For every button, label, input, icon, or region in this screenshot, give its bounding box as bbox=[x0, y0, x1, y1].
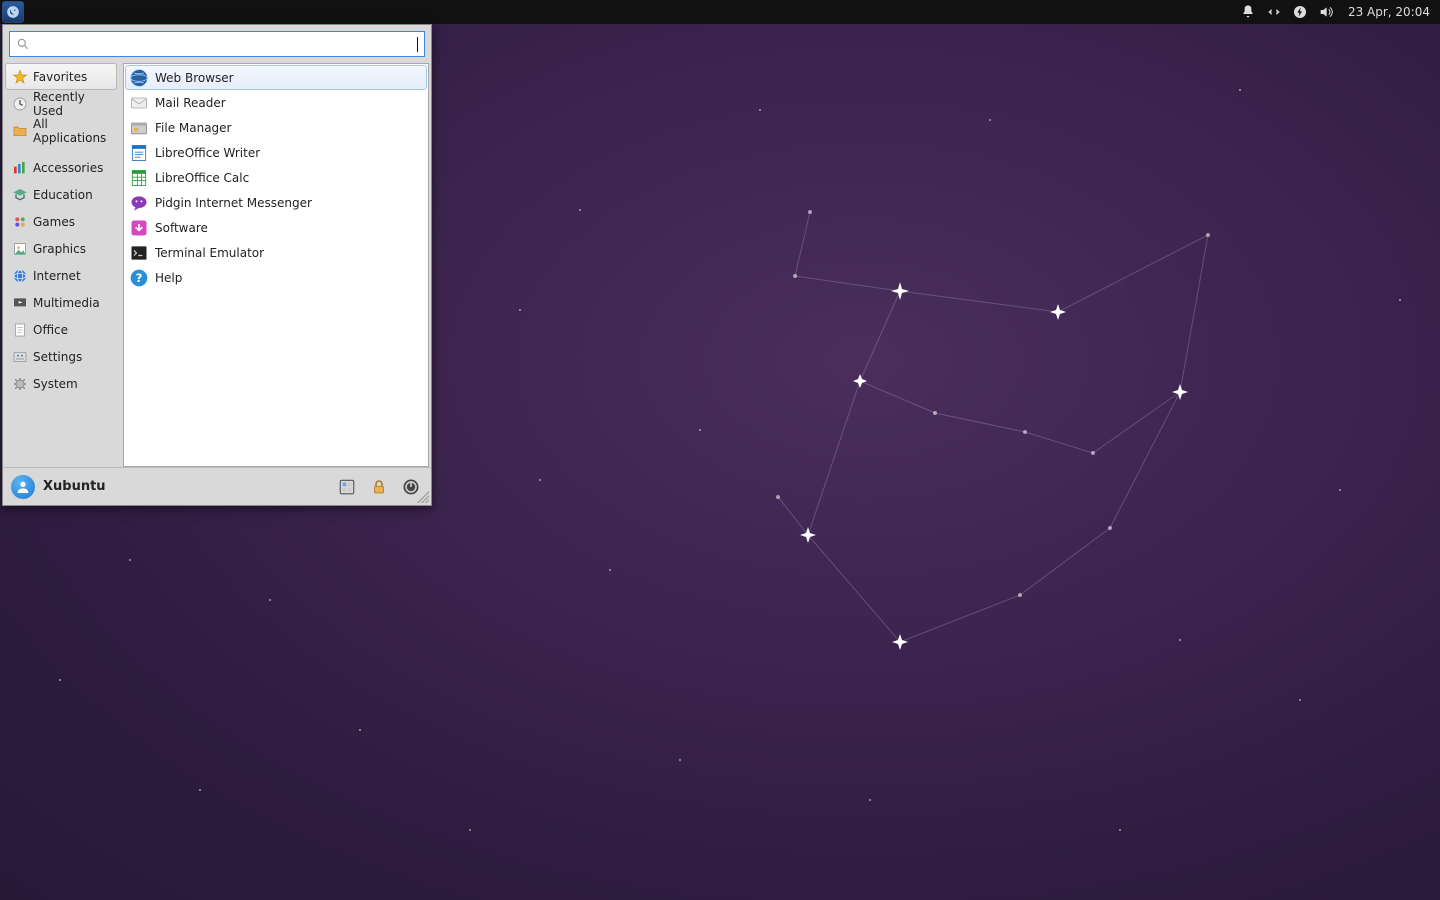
app-item-help[interactable]: ? Help bbox=[125, 265, 427, 290]
multimedia-icon bbox=[12, 295, 28, 311]
sidebar-item-label: Multimedia bbox=[33, 296, 100, 310]
sidebar-item-label: Games bbox=[33, 215, 75, 229]
app-item-web-browser[interactable]: Web Browser bbox=[125, 65, 427, 90]
software-icon bbox=[129, 218, 149, 238]
filemanager-icon bbox=[129, 118, 149, 138]
sidebar-item-favorites[interactable]: Favorites bbox=[5, 63, 117, 90]
sidebar-item-label: Settings bbox=[33, 350, 82, 364]
user-icon bbox=[15, 479, 31, 495]
sidebar-item-settings[interactable]: Settings bbox=[5, 343, 117, 370]
sidebar-item-label: Graphics bbox=[33, 242, 86, 256]
app-item-label: Software bbox=[155, 221, 208, 235]
office-icon bbox=[12, 322, 28, 338]
clock[interactable]: 23 Apr, 20:04 bbox=[1344, 5, 1434, 19]
education-icon bbox=[12, 187, 28, 203]
text-caret bbox=[417, 37, 418, 52]
app-item-label: File Manager bbox=[155, 121, 232, 135]
accessories-icon bbox=[12, 160, 28, 176]
app-item-label: Help bbox=[155, 271, 182, 285]
sidebar-item-multimedia[interactable]: Multimedia bbox=[5, 289, 117, 316]
application-menu: Favorites Recently UsedAll Applications Ac… bbox=[2, 24, 432, 506]
lock-icon bbox=[370, 478, 388, 496]
search-icon bbox=[16, 37, 30, 51]
sidebar-item-label: Office bbox=[33, 323, 68, 337]
top-panel: 23 Apr, 20:04 bbox=[0, 0, 1440, 24]
sidebar-item-system[interactable]: System bbox=[5, 370, 117, 397]
notifications-icon[interactable] bbox=[1240, 4, 1256, 20]
sidebar-item-office[interactable]: Office bbox=[5, 316, 117, 343]
sidebar-item-accessories[interactable]: Accessories bbox=[5, 154, 117, 181]
xubuntu-logo-icon bbox=[6, 5, 20, 19]
user-label: Xubuntu bbox=[43, 479, 106, 494]
sidebar-item-education[interactable]: Education bbox=[5, 181, 117, 208]
power-manager-icon[interactable] bbox=[1292, 4, 1308, 20]
app-item-label: Mail Reader bbox=[155, 96, 226, 110]
menu-footer: Xubuntu bbox=[3, 467, 431, 505]
sidebar-item-label: Recently Used bbox=[33, 90, 110, 118]
resize-grip[interactable] bbox=[417, 491, 429, 503]
system-icon bbox=[12, 376, 28, 392]
volume-icon[interactable] bbox=[1318, 4, 1334, 20]
sidebar-item-label: All Applications bbox=[33, 117, 110, 145]
app-item-terminal-emulator[interactable]: Terminal Emulator bbox=[125, 240, 427, 265]
app-item-mail-reader[interactable]: Mail Reader bbox=[125, 90, 427, 115]
help-icon: ? bbox=[129, 268, 149, 288]
app-list: Web Browser Mail Reader File Manager LibreO… bbox=[123, 63, 429, 467]
user-avatar[interactable] bbox=[11, 475, 35, 499]
app-item-software[interactable]: Software bbox=[125, 215, 427, 240]
network-icon[interactable] bbox=[1266, 4, 1282, 20]
app-item-libreoffice-writer[interactable]: LibreOffice Writer bbox=[125, 140, 427, 165]
svg-text:?: ? bbox=[136, 271, 143, 285]
graphics-icon bbox=[12, 241, 28, 257]
games-icon bbox=[12, 214, 28, 230]
search-input[interactable] bbox=[36, 37, 417, 52]
writer-icon bbox=[129, 143, 149, 163]
clock-icon bbox=[12, 96, 28, 112]
search-input-wrapper[interactable] bbox=[9, 31, 425, 57]
preferences-icon bbox=[338, 478, 356, 496]
sidebar-item-label: Accessories bbox=[33, 161, 103, 175]
app-item-label: LibreOffice Writer bbox=[155, 146, 260, 160]
app-item-pidgin-internet-messenger[interactable]: Pidgin Internet Messenger bbox=[125, 190, 427, 215]
app-item-file-manager[interactable]: File Manager bbox=[125, 115, 427, 140]
sidebar-item-label: Education bbox=[33, 188, 93, 202]
app-item-label: Pidgin Internet Messenger bbox=[155, 196, 312, 210]
calc-icon bbox=[129, 168, 149, 188]
application-menu-button[interactable] bbox=[2, 1, 24, 23]
settings-icon bbox=[12, 349, 28, 365]
sidebar-item-recently-used[interactable]: Recently Used bbox=[5, 90, 117, 117]
sidebar-item-internet[interactable]: Internet bbox=[5, 262, 117, 289]
sidebar-item-label: Internet bbox=[33, 269, 81, 283]
settings-manager-button[interactable] bbox=[335, 475, 359, 499]
lock-screen-button[interactable] bbox=[367, 475, 391, 499]
sidebar-item-games[interactable]: Games bbox=[5, 208, 117, 235]
sidebar-item-label: System bbox=[33, 377, 78, 391]
folder-icon bbox=[12, 123, 28, 139]
sidebar-item-graphics[interactable]: Graphics bbox=[5, 235, 117, 262]
sidebar-item-all-applications[interactable]: All Applications bbox=[5, 117, 117, 144]
sidebar-item-label: Favorites bbox=[33, 70, 87, 84]
star-icon bbox=[12, 69, 28, 85]
sidebar: Favorites Recently UsedAll Applications Ac… bbox=[5, 63, 117, 467]
pidgin-icon bbox=[129, 193, 149, 213]
terminal-icon bbox=[129, 243, 149, 263]
globe-icon bbox=[129, 68, 149, 88]
app-item-libreoffice-calc[interactable]: LibreOffice Calc bbox=[125, 165, 427, 190]
internet-icon bbox=[12, 268, 28, 284]
mail-icon bbox=[129, 93, 149, 113]
app-item-label: Terminal Emulator bbox=[155, 246, 264, 260]
app-item-label: LibreOffice Calc bbox=[155, 171, 249, 185]
app-item-label: Web Browser bbox=[155, 71, 234, 85]
